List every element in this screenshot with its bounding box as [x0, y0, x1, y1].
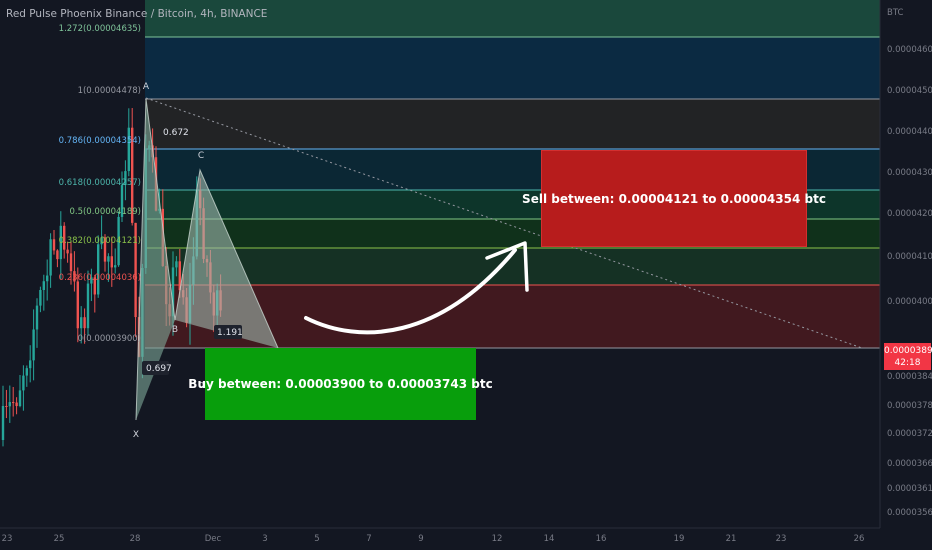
fib-level-label: 1.272(0.00004635)	[59, 24, 141, 34]
fib-level-label: 0.618(0.00004257)	[59, 178, 141, 188]
pattern-point-label: C	[198, 151, 204, 161]
candle-body	[80, 317, 83, 329]
candle-body	[42, 281, 45, 291]
fib-level-label: 0.5(0.00004189)	[69, 207, 141, 217]
sell-zone-box: Sell between: 0.00004121 to 0.00004354 b…	[522, 150, 826, 247]
time-tick-label: 9	[418, 534, 423, 544]
candle-body	[18, 390, 22, 407]
candle-body	[110, 256, 113, 268]
price-tick-label: 0.00004400	[887, 127, 932, 137]
last-price-badge: 0.00003895 42:18	[884, 343, 932, 370]
fib-level-label: 1(0.00004478)	[78, 86, 141, 96]
candle-body	[46, 275, 49, 282]
buy-zone-box: Buy between: 0.00003900 to 0.00003743 bt…	[188, 348, 493, 420]
candle-body	[29, 360, 32, 369]
time-tick-label: 28	[130, 534, 141, 544]
price-tick-label: 0.00004200	[887, 209, 932, 219]
sell-zone-text: Sell between: 0.00004121 to 0.00004354 b…	[522, 191, 826, 206]
price-axis-currency: BTC	[887, 8, 904, 18]
fib-level-label: 0.382(0.00004121)	[59, 236, 141, 246]
last-price-value: 0.00003895	[884, 346, 932, 356]
candle-body	[52, 239, 56, 251]
fib-level-label: 0.236(0.00004036)	[59, 273, 141, 283]
price-tick-label: 0.00004100	[887, 252, 932, 262]
time-tick-label: 16	[596, 534, 607, 544]
candle-body	[97, 244, 100, 295]
price-tick-label: 0.00003720	[887, 429, 932, 439]
time-tick-label: 3	[262, 534, 267, 544]
time-tick-label: 7	[366, 534, 371, 544]
chart-canvas[interactable]: XABCD0.6720.6971.1910.786 1.272(0.000046…	[0, 0, 932, 550]
time-tick-label: 14	[544, 534, 555, 544]
candle-body	[1, 406, 5, 440]
price-tick-label: 0.00003780	[887, 401, 932, 411]
candle-body	[25, 368, 28, 376]
time-tick-label: 23	[2, 534, 13, 544]
candle-body	[5, 406, 8, 408]
fib-level-label: 0.786(0.00004354)	[59, 136, 141, 146]
candle-body	[83, 317, 86, 329]
candle-body	[114, 265, 117, 268]
time-tick-label: Dec	[205, 534, 222, 544]
price-tick-label: 0.00003840	[887, 372, 932, 382]
candle-body	[107, 256, 110, 262]
pattern-ratio-label: 0.672	[163, 128, 189, 138]
candle-body	[175, 261, 178, 268]
candle-body	[56, 250, 59, 260]
candle-body	[39, 290, 42, 306]
buy-zone-text: Buy between: 0.00003900 to 0.00003743 bt…	[188, 377, 493, 391]
pattern-point-label: X	[133, 430, 139, 440]
candle-body	[22, 375, 25, 391]
time-tick-label: 12	[492, 534, 503, 544]
price-tick-label: 0.00003560	[887, 508, 932, 518]
pattern-ratio-label: 1.191	[217, 328, 243, 338]
candle-body	[32, 329, 35, 361]
time-tick-label: 26	[854, 534, 865, 544]
price-tick-label: 0.00004500	[887, 86, 932, 96]
price-tick-label: 0.00003660	[887, 459, 932, 469]
candle-body	[69, 253, 73, 272]
time-tick-label: 23	[776, 534, 787, 544]
candle-body	[8, 402, 11, 407]
pattern-ratio-label: 0.697	[146, 364, 172, 374]
pattern-point-label: B	[172, 325, 178, 335]
fib-band	[145, 37, 880, 99]
price-tick-label: 0.00004000	[887, 297, 932, 307]
bar-countdown: 42:18	[894, 358, 921, 368]
candle-body	[86, 283, 90, 329]
fib-band	[145, 99, 880, 149]
pattern-point-label: A	[143, 82, 150, 92]
candle-body	[127, 127, 130, 172]
candle-body	[76, 281, 79, 329]
price-tick-label: 0.00003610	[887, 484, 932, 494]
candle-body	[35, 305, 39, 330]
time-tick-label: 5	[314, 534, 319, 544]
time-tick-label: 21	[726, 534, 737, 544]
candle-body	[49, 239, 52, 276]
time-tick-label: 19	[674, 534, 685, 544]
price-tick-label: 0.00004600	[887, 45, 932, 55]
candle-body	[66, 249, 69, 254]
chart-stage: XABCD0.6720.6971.1910.786 1.272(0.000046…	[0, 0, 932, 550]
time-tick-label: 25	[54, 534, 65, 544]
price-tick-label: 0.00004300	[887, 168, 932, 178]
candle-body	[12, 402, 15, 404]
candle-body	[15, 402, 18, 407]
fib-level-label: 0(0.00003900)	[78, 334, 141, 344]
chart-header-title: Red Pulse Phoenix Binance / Bitcoin, 4h,…	[6, 8, 268, 20]
